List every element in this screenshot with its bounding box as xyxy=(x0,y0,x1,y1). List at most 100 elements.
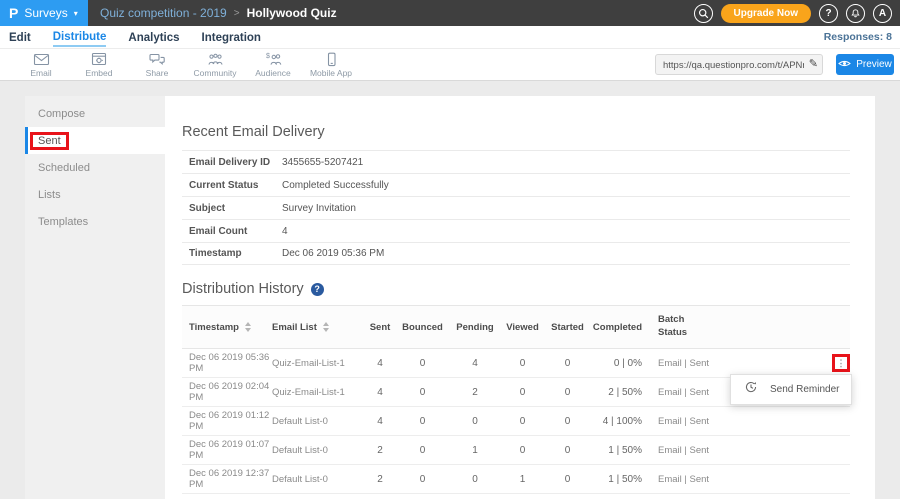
cell-pending: 4 xyxy=(450,358,500,369)
cell-bounced: 0 xyxy=(395,445,450,456)
app-root: P Surveys ▾ Quiz competition - 2019 > Ho… xyxy=(0,0,900,499)
column-header-timestamp[interactable]: Timestamp xyxy=(182,322,272,333)
delivery-value: Dec 06 2019 05:36 PM xyxy=(282,248,384,259)
tool-audience[interactable]: $ Audience xyxy=(244,52,302,78)
delivery-label: Email Count xyxy=(182,226,282,237)
cell-started: 0 xyxy=(545,445,590,456)
tool-email[interactable]: Email xyxy=(12,52,70,78)
top-bar: P Surveys ▾ Quiz competition - 2019 > Ho… xyxy=(0,0,900,26)
column-header-viewed: Viewed xyxy=(500,322,545,333)
cell-started: 0 xyxy=(545,474,590,485)
cell-timestamp: Dec 06 2019 12:37 PM xyxy=(182,468,272,490)
table-row: Dec 06 2019 01:07 PM Default List-0 2 0 … xyxy=(182,436,850,465)
breadcrumb-separator: > xyxy=(234,8,240,19)
cell-batch-status: Email | Sent xyxy=(658,474,743,485)
mobile-app-icon xyxy=(323,52,340,67)
send-reminder-icon xyxy=(744,380,758,399)
row-context-menu: Send Reminder xyxy=(730,374,852,405)
notifications-bell-icon[interactable] xyxy=(846,4,865,23)
questionpro-logo-icon[interactable]: P xyxy=(9,5,18,21)
tab-distribute[interactable]: Distribute xyxy=(53,28,107,47)
sidebar-item-compose[interactable]: Compose xyxy=(25,100,165,127)
column-header-pending: Pending xyxy=(450,322,500,333)
email-sidebar: Compose Sent Scheduled Lists Templates xyxy=(25,96,165,499)
recent-email-delivery-title: Recent Email Delivery xyxy=(182,124,850,140)
tool-community[interactable]: Community xyxy=(186,52,244,78)
cell-bounced: 0 xyxy=(395,474,450,485)
tool-community-label: Community xyxy=(194,68,237,78)
tab-integration[interactable]: Integration xyxy=(202,29,261,46)
cell-email-list: Default List-0 xyxy=(272,474,365,485)
cell-started: 0 xyxy=(545,358,590,369)
cell-email-list: Quiz-Email-List-1 xyxy=(272,358,365,369)
cell-batch-status: Email | Sent xyxy=(658,416,743,427)
column-header-bounced: Bounced xyxy=(395,322,450,333)
delivery-label: Timestamp xyxy=(182,248,282,259)
surveys-menu[interactable]: P Surveys ▾ xyxy=(0,0,88,26)
cell-batch-status: Email | Sent xyxy=(658,445,743,456)
preview-button[interactable]: Preview xyxy=(836,54,894,75)
breadcrumb-parent[interactable]: Quiz competition - 2019 xyxy=(100,6,227,20)
cell-viewed: 0 xyxy=(500,358,545,369)
cell-viewed: 1 xyxy=(500,474,545,485)
survey-nav: Edit Distribute Analytics Integration Re… xyxy=(0,26,900,49)
cell-completed: 2 | 50% xyxy=(590,387,642,398)
history-help-icon[interactable]: ? xyxy=(311,283,324,296)
email-icon xyxy=(33,52,50,67)
tab-analytics[interactable]: Analytics xyxy=(128,29,179,46)
row-menu-kebab-icon[interactable]: ⋮ xyxy=(837,359,846,368)
sort-icon[interactable] xyxy=(245,322,251,332)
cell-sent: 2 xyxy=(365,474,395,485)
cell-viewed: 0 xyxy=(500,416,545,427)
tool-audience-label: Audience xyxy=(255,68,290,78)
cell-timestamp: Dec 06 2019 05:36 PM xyxy=(182,352,272,374)
column-header-started: Started xyxy=(545,322,590,333)
sidebar-item-lists-label: Lists xyxy=(38,189,61,201)
tool-share[interactable]: Share xyxy=(128,52,186,78)
delivery-label: Current Status xyxy=(182,180,282,191)
sidebar-item-sent[interactable]: Sent xyxy=(25,127,165,154)
annotation-box-menu: ⋮ xyxy=(832,354,850,372)
delivery-value: 3455655-5207421 xyxy=(282,157,363,168)
surveys-menu-label: Surveys xyxy=(24,6,67,20)
chevron-down-icon: ▾ xyxy=(74,9,78,18)
cell-viewed: 0 xyxy=(500,387,545,398)
table-row: Dec 06 2019 12:37 PM Default List-0 2 0 … xyxy=(182,465,850,494)
column-header-email-list[interactable]: Email List xyxy=(272,322,365,333)
delivery-details-table: Email Delivery ID 3455655-5207421 Curren… xyxy=(182,150,850,265)
help-icon[interactable]: ? xyxy=(819,4,838,23)
search-icon[interactable] xyxy=(694,4,713,23)
send-reminder-menu-item[interactable]: Send Reminder xyxy=(770,384,839,395)
cell-bounced: 0 xyxy=(395,358,450,369)
avatar[interactable]: A xyxy=(873,4,892,23)
cell-pending: 1 xyxy=(450,445,500,456)
cell-timestamp: Dec 06 2019 02:04 PM xyxy=(182,381,272,403)
cell-pending: 0 xyxy=(450,416,500,427)
tab-edit[interactable]: Edit xyxy=(9,29,31,46)
upgrade-now-button[interactable]: Upgrade Now xyxy=(721,4,811,23)
responses-count[interactable]: Responses: 8 xyxy=(824,31,892,43)
cell-started: 0 xyxy=(545,387,590,398)
column-header-batch-status: Batch Status xyxy=(658,314,743,340)
survey-url-input[interactable] xyxy=(656,56,822,75)
tool-embed-label: Embed xyxy=(86,68,113,78)
history-header-row: Timestamp Email List Sent Bounced Pendin… xyxy=(182,305,850,349)
cell-email-list: Default List-0 xyxy=(272,445,365,456)
distribution-history-table: Timestamp Email List Sent Bounced Pendin… xyxy=(182,305,850,494)
cell-pending: 2 xyxy=(450,387,500,398)
cell-completed: 4 | 100% xyxy=(590,416,642,427)
sidebar-item-scheduled[interactable]: Scheduled xyxy=(25,154,165,181)
tool-mobile-app-label: Mobile App xyxy=(310,68,352,78)
top-actions: Upgrade Now ? A xyxy=(694,4,900,23)
tool-email-label: Email xyxy=(30,68,51,78)
sort-icon[interactable] xyxy=(323,322,329,332)
cell-batch-status: Email | Sent xyxy=(658,358,743,369)
delivery-value: 4 xyxy=(282,226,288,237)
tool-mobile-app[interactable]: Mobile App xyxy=(302,52,360,78)
sidebar-item-templates-label: Templates xyxy=(38,216,88,228)
tool-embed[interactable]: Embed xyxy=(70,52,128,78)
sidebar-item-lists[interactable]: Lists xyxy=(25,181,165,208)
sidebar-item-templates[interactable]: Templates xyxy=(25,208,165,235)
edit-url-pencil-icon[interactable]: ✎ xyxy=(809,57,818,70)
column-header-completed: Completed xyxy=(590,322,642,333)
